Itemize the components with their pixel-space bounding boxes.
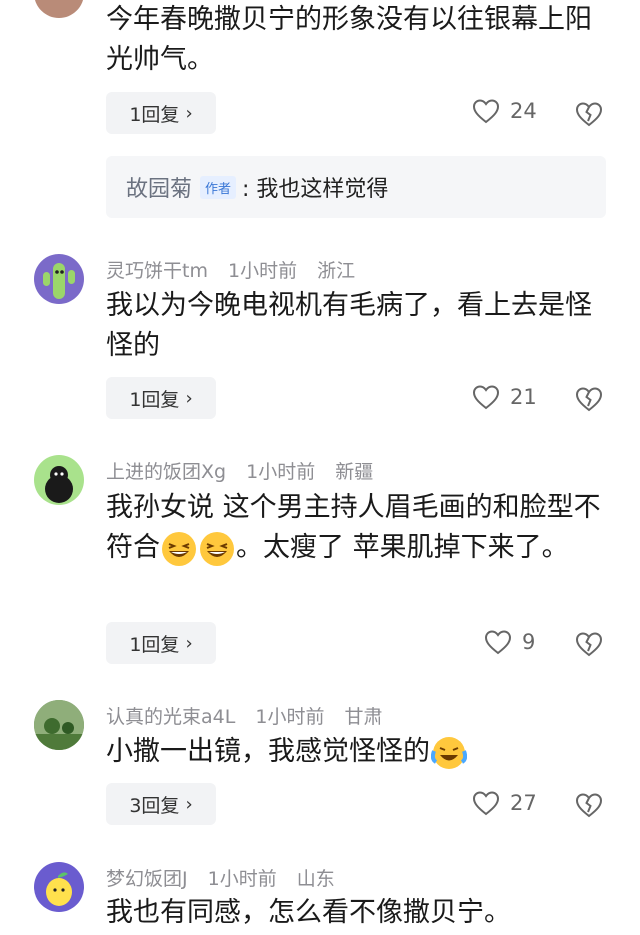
cactus-avatar-icon xyxy=(43,263,75,299)
view-replies-button[interactable]: 3回复 › xyxy=(106,783,216,825)
username[interactable]: 认真的光束a4L xyxy=(106,706,235,728)
comment-text: 今年春晚撒贝宁的形象没有以往银幕上阳光帅气。 xyxy=(106,4,592,75)
timestamp: 1小时前 xyxy=(207,868,277,890)
like-button[interactable]: 21 xyxy=(472,384,537,410)
comment-text: 我也有同感，怎么看不像撒贝宁。 xyxy=(106,897,511,928)
avatar[interactable] xyxy=(34,455,84,505)
comment-text: 我以为今晚电视机有毛病了，看上去是怪怪的 xyxy=(106,290,592,361)
chevron-right-icon: › xyxy=(185,387,193,409)
crying-laughing-emoji-icon xyxy=(431,736,467,769)
username[interactable]: 梦幻饭团J xyxy=(106,868,188,890)
view-replies-button[interactable]: 1回复 › xyxy=(106,377,216,419)
timestamp: 1小时前 xyxy=(228,260,298,282)
view-replies-button[interactable]: 1回复 › xyxy=(106,622,216,664)
comment-meta: 上进的饭团Xg 1小时前 新疆 xyxy=(106,457,387,484)
chevron-right-icon: › xyxy=(185,632,193,654)
author-reply-preview[interactable]: 故园菊 作者 : 我也这样觉得 xyxy=(106,156,606,218)
laughing-emoji-icon xyxy=(200,531,234,566)
reply-author-name[interactable]: 故园菊 xyxy=(126,171,192,203)
avatar[interactable] xyxy=(34,862,84,912)
location: 新疆 xyxy=(335,461,374,483)
reply-text: : 我也这样觉得 xyxy=(242,177,389,202)
heart-icon xyxy=(484,630,512,655)
comment-text: 小撒一出镜，我感觉怪怪的 xyxy=(106,732,606,772)
reply-count-label: 1回复 xyxy=(129,388,180,411)
like-button[interactable]: 27 xyxy=(472,790,537,816)
heart-icon xyxy=(472,385,500,410)
avatar[interactable] xyxy=(34,700,84,750)
reply-count-label: 3回复 xyxy=(129,794,180,817)
location: 浙江 xyxy=(317,260,356,282)
reply-count-label: 1回复 xyxy=(129,103,180,126)
comment-meta: 梦幻饭团J 1小时前 山东 xyxy=(106,864,349,891)
like-button[interactable]: 9 xyxy=(484,629,535,655)
author-badge: 作者 xyxy=(200,175,237,199)
comment-text-part: 小撒一出镜，我感觉怪怪的 xyxy=(106,736,430,767)
heart-icon xyxy=(472,791,500,816)
avatar[interactable] xyxy=(34,0,84,18)
like-count: 27 xyxy=(510,791,537,815)
location: 山东 xyxy=(296,868,335,890)
timestamp: 1小时前 xyxy=(246,461,316,483)
reply-count-label: 1回复 xyxy=(129,633,180,656)
like-count: 24 xyxy=(510,99,537,123)
broken-heart-icon[interactable] xyxy=(575,100,603,128)
heart-icon xyxy=(472,99,500,124)
lemon-avatar-icon xyxy=(46,872,72,906)
broken-heart-icon[interactable] xyxy=(575,385,603,413)
view-replies-button[interactable]: 1回复 › xyxy=(106,92,216,134)
chevron-right-icon: › xyxy=(185,793,193,815)
comment-meta: 灵巧饼干tm 1小时前 浙江 xyxy=(106,256,369,283)
black-bird-avatar-icon xyxy=(45,466,73,503)
like-button[interactable]: 24 xyxy=(472,98,537,124)
timestamp: 1小时前 xyxy=(255,706,325,728)
username[interactable]: 上进的饭团Xg xyxy=(106,461,226,483)
like-count: 9 xyxy=(522,630,536,654)
laughing-emoji-icon xyxy=(162,531,196,566)
comment-text-part: 。太瘦了 苹果肌掉下来了。 xyxy=(236,532,569,563)
comment-meta: 认真的光束a4L 1小时前 甘肃 xyxy=(106,702,397,729)
location: 甘肃 xyxy=(344,706,383,728)
username[interactable]: 灵巧饼干tm xyxy=(106,260,208,282)
comment-text: 我孙女说 这个男主持人眉毛画的和脸型不符合 。太瘦了 苹果肌掉下来了。 xyxy=(106,488,606,568)
avatar[interactable] xyxy=(34,254,84,304)
broken-heart-icon[interactable] xyxy=(575,791,603,819)
broken-heart-icon[interactable] xyxy=(575,630,603,658)
chevron-right-icon: › xyxy=(185,102,193,124)
landscape-avatar-icon xyxy=(34,700,84,750)
like-count: 21 xyxy=(510,385,537,409)
